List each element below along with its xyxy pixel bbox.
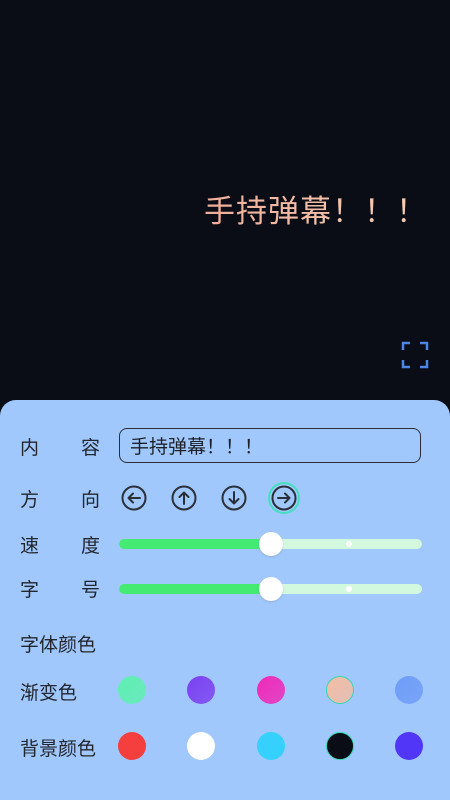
arrow-up-circle-icon[interactable] xyxy=(170,484,198,512)
background-color-label: 背景颜色 xyxy=(20,738,97,760)
slider-fill xyxy=(119,539,271,549)
bg-swatch-black[interactable] xyxy=(326,732,354,760)
slider-thumb[interactable] xyxy=(258,577,283,601)
direction-label: 方 向 xyxy=(20,489,100,511)
bg-swatch-white[interactable] xyxy=(187,732,215,760)
font-size-slider[interactable] xyxy=(119,577,422,601)
speed-slider[interactable] xyxy=(119,532,422,556)
arrow-left-circle-icon[interactable] xyxy=(120,484,148,512)
gradient-swatch-magenta[interactable] xyxy=(257,676,285,704)
gradient-swatch-green[interactable] xyxy=(118,676,146,704)
slider-fill xyxy=(119,584,271,594)
content-input[interactable] xyxy=(119,428,421,463)
content-label: 内 容 xyxy=(20,437,100,459)
danmu-text: 手持弹幕！！！ xyxy=(204,186,428,231)
arrow-down-circle-icon[interactable] xyxy=(220,484,248,512)
speed-label: 速 度 xyxy=(20,535,100,557)
font-size-label: 字 号 xyxy=(20,579,100,601)
slider-thumb[interactable] xyxy=(258,532,283,556)
bg-swatch-cyan[interactable] xyxy=(257,732,285,760)
fullscreen-icon[interactable] xyxy=(401,341,429,369)
danmu-preview: 手持弹幕！！！ xyxy=(0,0,450,400)
settings-panel: 内 容 方 向 速 度 字 号 字体颜色 渐变色 xyxy=(0,400,450,800)
gradient-swatch-purple[interactable] xyxy=(187,676,215,704)
arrow-right-circle-icon[interactable] xyxy=(270,484,298,512)
gradient-swatch-blue[interactable] xyxy=(395,676,423,704)
bg-swatch-red[interactable] xyxy=(118,732,146,760)
gradient-swatch-peach[interactable] xyxy=(326,676,354,704)
font-color-label: 字体颜色 xyxy=(20,634,97,656)
bg-swatch-indigo[interactable] xyxy=(395,732,423,760)
gradient-label: 渐变色 xyxy=(20,682,78,704)
